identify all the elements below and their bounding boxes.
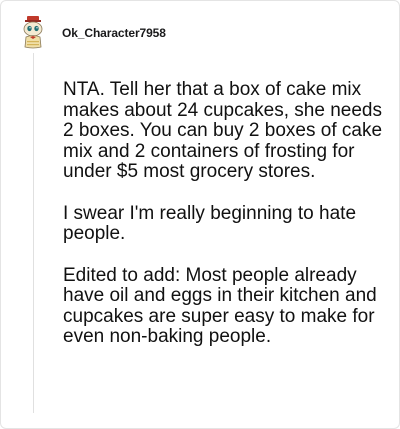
user-avatar[interactable] [18,15,48,49]
comment-card: Ok_Character7958 NTA. Tell her that a bo… [0,0,400,429]
snoo-avatar-icon [23,16,43,49]
comment-body: NTA. Tell her that a box of cake mix mak… [63,79,393,348]
comment-username[interactable]: Ok_Character7958 [62,26,166,40]
comment-paragraph: Edited to add: Most people already have … [63,264,377,347]
thread-line[interactable] [33,53,34,413]
comment-paragraph: I swear I'm really beginning to hate peo… [63,202,357,244]
comment-paragraph: NTA. Tell her that a box of cake mix mak… [63,79,383,182]
